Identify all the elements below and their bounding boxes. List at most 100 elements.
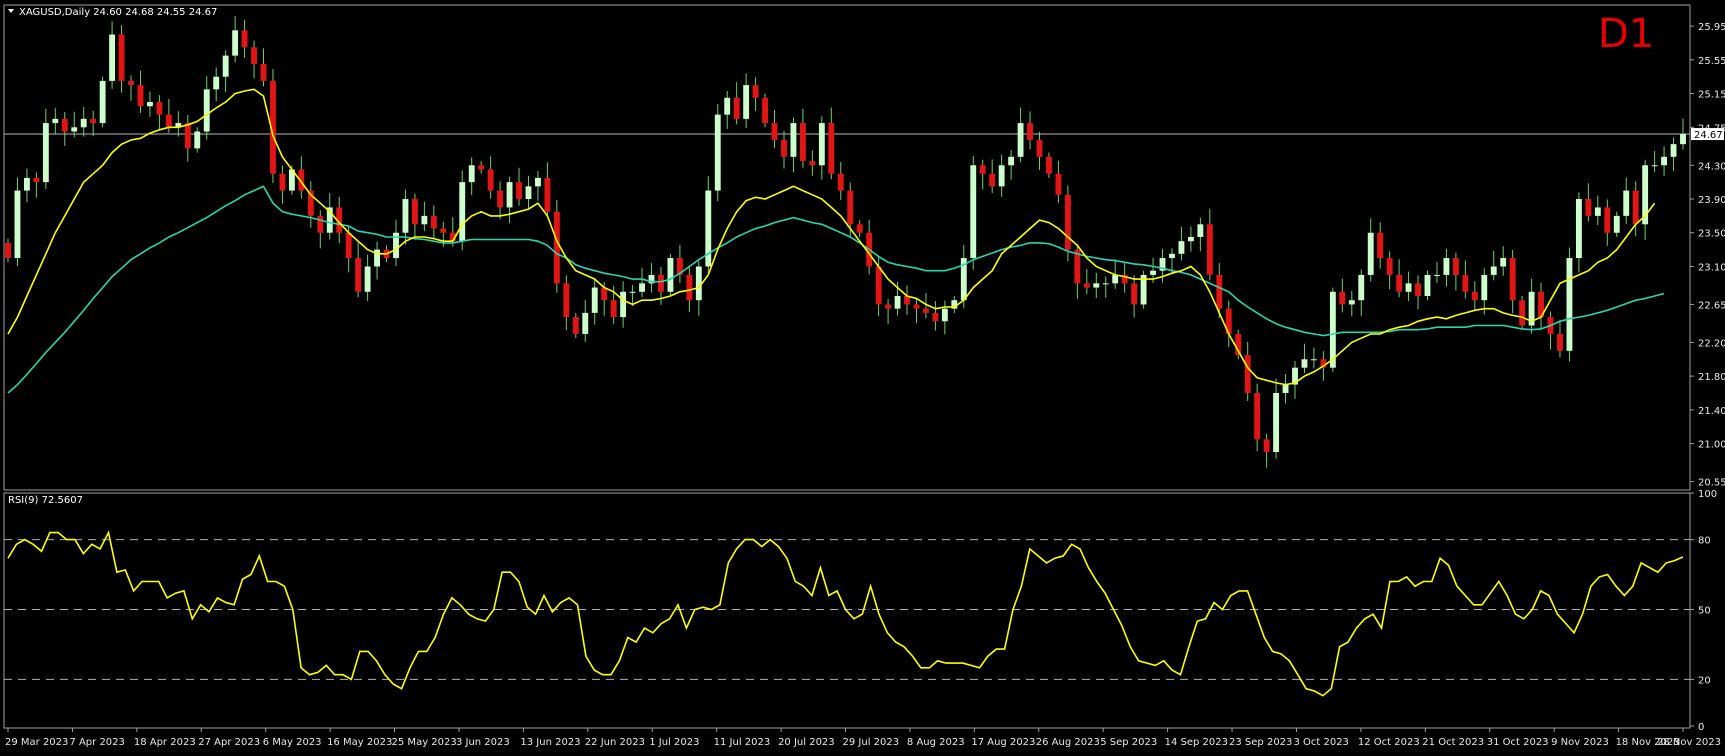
candle-bullish [421, 215, 428, 225]
time-axis-label: 31 Oct 2023 [1487, 737, 1549, 748]
candle-bullish [1405, 283, 1412, 292]
time-axis-label: 5 Sep 2023 [1100, 737, 1157, 748]
candle-bullish [1348, 300, 1355, 305]
candle-bullish [790, 123, 797, 157]
candle-bullish [80, 118, 87, 128]
candle-bearish [1064, 194, 1071, 250]
candle-bearish [1046, 156, 1052, 174]
candle-bullish [1424, 274, 1431, 296]
rsi-header-label: RSI(9) 72.5607 [8, 495, 83, 506]
candle-bullish [667, 258, 674, 292]
candle-bearish [1377, 232, 1384, 259]
candle-bearish [762, 97, 768, 124]
candle-bearish [610, 300, 617, 318]
candle-bullish [194, 131, 201, 149]
candle-bullish [1490, 266, 1497, 275]
candle-bearish [913, 304, 920, 309]
time-axis-label: 8 Aug 2023 [907, 737, 965, 748]
candle-bearish [487, 169, 494, 191]
candle-bearish [1632, 190, 1639, 225]
candle-bullish [42, 123, 49, 183]
collapse-triangle-icon [8, 9, 14, 13]
candle-bullish [109, 34, 116, 81]
candle-bearish [733, 97, 740, 119]
candle-bullish [1443, 258, 1450, 275]
candle-bearish [1471, 291, 1478, 301]
candle-bearish [1519, 300, 1526, 326]
candle-bullish [714, 114, 721, 191]
time-axis-label: 23 Sep 2023 [1229, 737, 1292, 748]
candle-bearish [1585, 199, 1592, 216]
candle-bullish [23, 177, 30, 191]
candle-bearish [165, 114, 172, 128]
candle-bullish [213, 76, 220, 90]
time-axis-label: 29 Jul 2023 [843, 737, 900, 748]
candle-bullish [1112, 274, 1119, 284]
candle-bearish [1055, 173, 1062, 195]
candle-bearish [979, 165, 986, 174]
candle-bearish [1415, 283, 1421, 296]
time-axis-label: 28 Nov 2023 [1657, 737, 1721, 748]
time-axis-label: 21 Oct 2023 [1422, 737, 1484, 748]
candle-bullish [1613, 215, 1620, 233]
candle-bearish [184, 123, 191, 149]
candle-bullish [1197, 224, 1204, 237]
candle-bearish [1254, 393, 1261, 440]
price-axis-label: 23.10 [1698, 262, 1725, 273]
candle-bullish [147, 102, 153, 107]
time-axis-label: 20 Jul 2023 [778, 737, 835, 748]
candle-bullish [695, 266, 702, 301]
last-price-badge-label: 24.67 [1694, 130, 1723, 141]
candle-bullish [1008, 156, 1015, 166]
chart-window: 25.9525.5525.1524.7524.3023.9023.5023.10… [0, 0, 1725, 756]
time-axis-label: 13 Jun 2023 [520, 737, 580, 748]
candle-bearish [1036, 139, 1043, 157]
time-axis-label: 12 Oct 2023 [1358, 737, 1420, 748]
candle-bullish [1434, 274, 1440, 276]
candle-bearish [847, 190, 854, 225]
candle-bullish [941, 308, 948, 322]
price-axis-label: 22.20 [1698, 338, 1725, 349]
candle-bearish [1462, 274, 1469, 292]
rsi-axis-label: 20 [1698, 675, 1711, 686]
candle-bearish [137, 85, 144, 107]
price-axis-label: 21.00 [1698, 440, 1725, 451]
time-axis-label: 16 May 2023 [327, 737, 392, 748]
candle-bullish [818, 123, 825, 166]
candle-bullish [1500, 258, 1507, 267]
candle-bearish [1131, 283, 1138, 305]
candle-bearish [128, 80, 134, 86]
time-axis-label: 22 Jun 2023 [585, 737, 645, 748]
candle-bullish [1273, 393, 1280, 453]
time-axis-label: 14 Sep 2023 [1165, 737, 1228, 748]
candle-bearish [1396, 274, 1403, 292]
candle-bullish [629, 291, 636, 293]
candle-bearish [828, 123, 835, 174]
candle-bearish [156, 102, 163, 115]
candle-bullish [1661, 156, 1668, 166]
candle-bearish [837, 173, 844, 191]
price-axis-label: 25.55 [1698, 56, 1725, 67]
candle-bullish [743, 85, 750, 119]
candle-bullish [468, 165, 475, 183]
candle-bearish [1386, 258, 1393, 275]
time-axis-label: 6 May 2023 [263, 737, 322, 748]
candle-bullish [1310, 359, 1317, 361]
candle-bearish [799, 123, 806, 162]
candle-bearish [1027, 123, 1033, 140]
candle-bullish [1680, 134, 1686, 145]
candles [5, 15, 1686, 468]
time-axis-label: 29 Mar 2023 [5, 737, 68, 748]
candle-bullish [591, 287, 598, 313]
candle-bearish [1244, 355, 1251, 393]
candle-bullish [525, 186, 532, 199]
candle-bullish [459, 182, 466, 242]
candle-bearish [1452, 258, 1459, 275]
candle-bullish [203, 89, 210, 132]
rsi-axis-label: 80 [1698, 536, 1711, 547]
candle-bearish [355, 258, 362, 292]
candle-bullish [1102, 283, 1109, 285]
candle-bullish [1670, 144, 1677, 157]
candle-bearish [260, 64, 267, 81]
candle-bearish [1557, 333, 1563, 351]
